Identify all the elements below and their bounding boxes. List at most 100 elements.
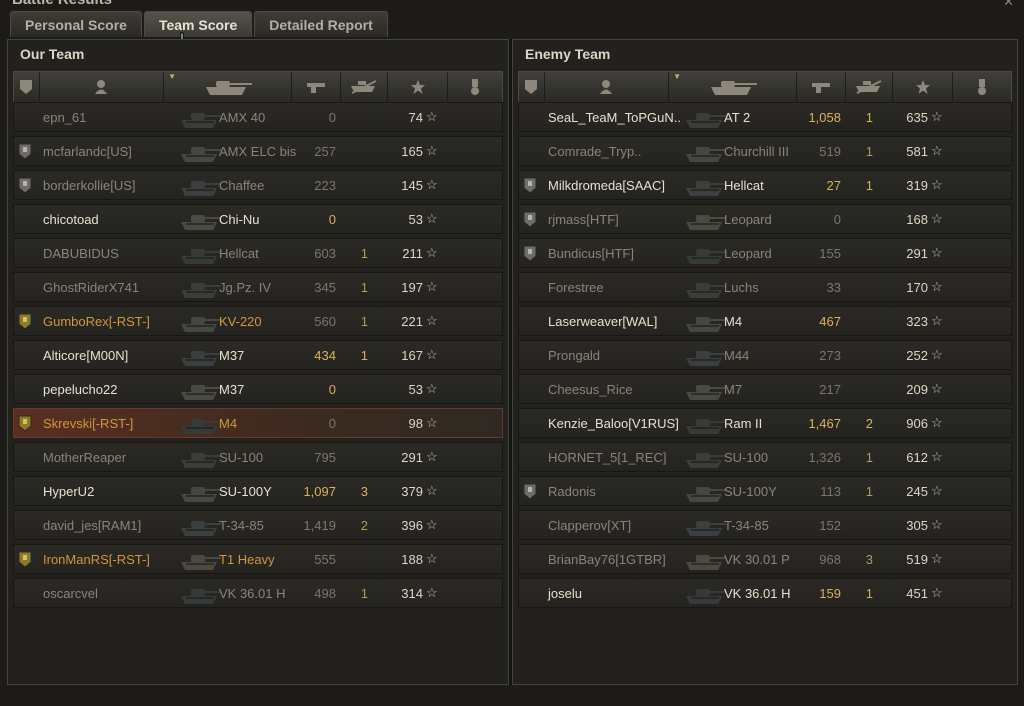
enemy-team-player-row[interactable]: Forestree Luchs 33 170 ☆ [518, 272, 1012, 302]
enemy-team-player-row[interactable]: Kenzie_Baloo[V1RUS] Ram II 1,467 2 906 ☆ [518, 408, 1012, 438]
tank-image-icon [682, 206, 728, 233]
medal-icon [976, 78, 988, 96]
xp-value: 252 [906, 348, 928, 363]
window-title: Battle Results [12, 0, 112, 8]
tank-name: M37 [219, 382, 245, 397]
column-header-kills[interactable] [341, 72, 388, 102]
damage-value: 159 [819, 586, 841, 601]
star-icon: ☆ [931, 381, 943, 396]
enemy-team-player-row[interactable]: SeaL_TeaM_ToPGuN.. AT 2 1,058 1 635 ☆ [518, 102, 1012, 132]
column-header-player[interactable] [545, 72, 670, 102]
our-team-player-row[interactable]: GumboRex[-RST-] KV-220 560 1 221 ☆ [13, 306, 503, 336]
column-header-medal[interactable] [953, 72, 1011, 102]
star-icon: ☆ [931, 585, 943, 600]
star-icon: ☆ [426, 517, 438, 532]
kills-value: 1 [865, 586, 873, 601]
player-name: borderkollie[US] [43, 178, 136, 193]
kills-value: 2 [865, 416, 873, 431]
enemy-team-player-row[interactable]: rjmass[HTF] Leopard 0 168 ☆ [518, 204, 1012, 234]
column-header-kills[interactable] [846, 72, 893, 102]
enemy-team-player-row[interactable]: Laserweaver[WAL] M4 467 323 ☆ [518, 306, 1012, 336]
our-team-player-row[interactable]: chicotoad Chi-Nu 0 53 ☆ [13, 204, 503, 234]
our-team-player-row[interactable]: david_jes[RAM1] T-34-85 1,419 2 396 ☆ [13, 510, 503, 540]
tank-image-icon [177, 138, 223, 165]
tank-image-icon [177, 512, 223, 539]
tank-name: M4 [219, 416, 238, 431]
player-name: Kenzie_Baloo[V1RUS] [548, 416, 679, 431]
tab-detailed-report[interactable]: Detailed Report [254, 11, 388, 37]
our-team-player-row[interactable]: epn_61 AMX 40 0 74 ☆ [13, 102, 503, 132]
medal-icon [469, 78, 481, 96]
our-team-player-row[interactable]: DABUBIDUS Hellcat 603 1 211 ☆ [13, 238, 503, 268]
column-header-damage[interactable] [797, 72, 846, 102]
our-team-player-row[interactable]: Alticore[M00N] M37 434 1 167 ☆ [13, 340, 503, 370]
enemy-team-player-row[interactable]: HORNET_5[1_REC] SU-100 1,326 1 612 ☆ [518, 442, 1012, 472]
enemy-team-player-row[interactable]: Bundicus[HTF] Leopard 155 291 ☆ [518, 238, 1012, 268]
enemy-team-player-row[interactable]: joselu VK 36.01 H 159 1 451 ☆ [518, 578, 1012, 608]
enemy-team-player-row[interactable]: Prongald M44 273 252 ☆ [518, 340, 1012, 370]
our-team-player-row[interactable]: borderkollie[US] Chaffee 223 145 ☆ [13, 170, 503, 200]
close-icon[interactable]: ✕ [1003, 0, 1014, 10]
our-team-player-row[interactable]: mcfarlandc[US] AMX ELC bis 257 165 ☆ [13, 136, 503, 166]
enemy-team-header: ▼ [518, 71, 1012, 103]
damage-value: 27 [826, 178, 841, 193]
our-team-player-row[interactable]: pepelucho22 M37 0 53 ☆ [13, 374, 503, 404]
tab-personal-score[interactable]: Personal Score [10, 11, 142, 37]
tank-image-icon [682, 274, 728, 301]
our-team-player-row[interactable]: MotherReaper SU-100 795 291 ☆ [13, 442, 503, 472]
player-name: SeaL_TeaM_ToPGuN.. [548, 110, 681, 125]
our-team-player-row[interactable]: Skrevski[-RST-] M4 0 98 ☆ [13, 408, 503, 438]
tank-image-icon [177, 478, 223, 505]
enemy-team-player-row[interactable]: Milkdromeda[SAAC] Hellcat 27 1 319 ☆ [518, 170, 1012, 200]
enemy-team-player-row[interactable]: BrianBay76[1GTBR] VK 30.01 P 968 3 519 ☆ [518, 544, 1012, 574]
player-name: IronManRS[-RST-] [43, 552, 150, 567]
player-name: joselu [548, 586, 582, 601]
star-icon: ☆ [931, 245, 943, 260]
player-name: Comrade_Tryp.. [548, 144, 642, 159]
column-header-player[interactable] [40, 72, 165, 102]
tank-image-icon [177, 240, 223, 267]
enemy-team-player-row[interactable]: Clapperov[XT] T-34-85 152 305 ☆ [518, 510, 1012, 540]
tank-name: KV-220 [219, 314, 262, 329]
player-name: HyperU2 [43, 484, 95, 499]
our-team-player-row[interactable]: IronManRS[-RST-] T1 Heavy 555 188 ☆ [13, 544, 503, 574]
tank-image-icon [177, 580, 223, 607]
star-icon: ☆ [931, 143, 943, 158]
enemy-team-player-row[interactable]: Comrade_Tryp.. Churchill III 519 1 581 ☆ [518, 136, 1012, 166]
our-team-player-row[interactable]: oscarcvel VK 36.01 H 498 1 314 ☆ [13, 578, 503, 608]
squad-badge-icon [523, 211, 537, 228]
column-header-squad[interactable] [14, 72, 40, 102]
player-name: pepelucho22 [43, 382, 118, 397]
xp-value: 323 [906, 314, 928, 329]
player-icon [93, 79, 109, 95]
damage-value: 217 [819, 382, 841, 397]
player-name: Laserweaver[WAL] [548, 314, 658, 329]
our-team-player-row[interactable]: GhostRiderX741 Jg.Pz. IV 345 1 197 ☆ [13, 272, 503, 302]
column-header-xp-star[interactable] [388, 72, 449, 102]
column-header-damage[interactable] [292, 72, 341, 102]
player-name: DABUBIDUS [43, 246, 119, 261]
star-icon: ☆ [426, 585, 438, 600]
tank-image-icon [177, 546, 223, 573]
column-header-medal[interactable] [448, 72, 502, 102]
column-header-tank[interactable]: ▼ [669, 72, 798, 102]
our-team-player-row[interactable]: HyperU2 SU-100Y 1,097 3 379 ☆ [13, 476, 503, 506]
enemy-team-player-row[interactable]: Cheesus_Rice M7 217 209 ☆ [518, 374, 1012, 404]
player-name: HORNET_5[1_REC] [548, 450, 667, 465]
enemy-team-player-row[interactable]: Radonis SU-100Y 113 1 245 ☆ [518, 476, 1012, 506]
tank-name: Hellcat [724, 178, 764, 193]
star-icon: ☆ [426, 313, 438, 328]
tab-team-score[interactable]: Team Score [143, 11, 253, 37]
column-header-tank[interactable]: ▼ [164, 72, 293, 102]
squad-badge-icon [18, 177, 32, 194]
star-icon: ☆ [931, 551, 943, 566]
star-icon: ☆ [426, 381, 438, 396]
tank-image-icon [682, 410, 728, 437]
xp-value: 74 [408, 110, 423, 125]
star-icon: ☆ [426, 347, 438, 362]
our-team-header: ▼ [13, 71, 503, 103]
column-header-squad[interactable] [519, 72, 545, 102]
xp-value: 319 [906, 178, 928, 193]
column-header-xp-star[interactable] [893, 72, 954, 102]
player-name: Skrevski[-RST-] [43, 416, 134, 431]
